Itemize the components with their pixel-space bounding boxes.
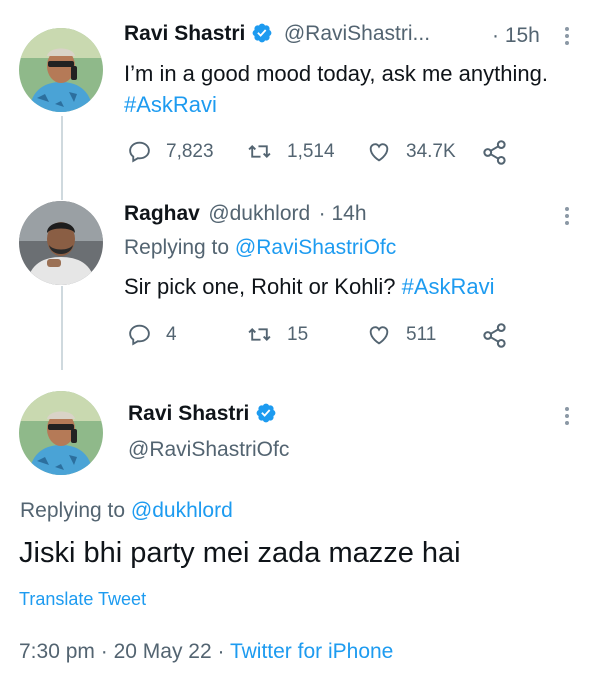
more-options-icon[interactable] xyxy=(565,24,571,48)
tweet-text: Jiski bhi party mei zada mazze hai xyxy=(19,537,461,569)
display-name[interactable]: Ravi Shastri xyxy=(124,22,245,45)
mention-link[interactable]: @dukhlord xyxy=(131,499,233,522)
user-handle[interactable]: @RaviShastri... xyxy=(284,22,430,45)
share-icon xyxy=(483,140,506,165)
avatar[interactable] xyxy=(19,391,103,475)
tweet-meta: 7:30 pm · 20 May 22 · Twitter for iPhone xyxy=(19,640,394,663)
reply-button[interactable]: 7,823 xyxy=(127,139,214,164)
replying-to: Replying to @dukhlord xyxy=(20,499,233,522)
verified-badge-icon xyxy=(256,403,276,423)
tweet-header: Ravi Shastri @RaviShastri... xyxy=(124,22,430,46)
user-handle[interactable]: @dukhlord xyxy=(208,202,310,225)
share-button[interactable] xyxy=(481,322,522,349)
retweet-icon xyxy=(248,144,271,159)
tweet-date[interactable]: 20 May 22 xyxy=(114,640,212,663)
timestamp[interactable]: · 14h xyxy=(319,202,367,225)
like-count: 34.7K xyxy=(406,140,456,162)
hashtag-link[interactable]: #AskRavi xyxy=(402,274,495,299)
like-button[interactable]: 511 xyxy=(366,322,436,347)
reply-icon xyxy=(129,324,150,346)
reply-count: 7,823 xyxy=(166,140,214,162)
tweet-text: Sir pick one, Rohit or Kohli? #AskRavi xyxy=(124,274,495,299)
more-options-icon[interactable] xyxy=(565,404,571,428)
share-icon xyxy=(483,323,506,348)
tweet-time[interactable]: 7:30 pm xyxy=(19,640,95,663)
share-button[interactable] xyxy=(481,139,522,166)
reply-icon xyxy=(129,141,150,163)
replying-to: Replying to @RaviShastriOfc xyxy=(124,236,397,259)
mention-link[interactable]: @RaviShastriOfc xyxy=(235,236,396,259)
display-name[interactable]: Raghav xyxy=(124,202,200,225)
timestamp[interactable]: · 15h xyxy=(492,24,540,48)
avatar[interactable] xyxy=(19,201,103,285)
like-button[interactable]: 34.7K xyxy=(366,139,456,164)
hashtag-link[interactable]: #AskRavi xyxy=(124,92,217,117)
thread-line xyxy=(61,286,63,370)
reply-button[interactable]: 4 xyxy=(127,322,177,347)
retweet-count: 15 xyxy=(287,323,309,345)
tweet-header: Ravi Shastri xyxy=(128,402,277,426)
display-name[interactable]: Ravi Shastri xyxy=(128,402,249,425)
reply-count: 4 xyxy=(166,323,177,345)
like-count: 511 xyxy=(406,323,437,345)
heart-icon xyxy=(369,143,389,162)
tweet-header: Raghav @dukhlord · 14h xyxy=(124,202,367,226)
more-options-icon[interactable] xyxy=(565,204,571,228)
retweet-count: 1,514 xyxy=(287,140,335,162)
user-handle[interactable]: @RaviShastriOfc xyxy=(128,438,289,462)
thread-line xyxy=(61,116,63,200)
translate-tweet-link[interactable]: Translate Tweet xyxy=(19,589,146,610)
tweet-source-link[interactable]: Twitter for iPhone xyxy=(230,640,393,663)
retweet-icon xyxy=(248,327,271,342)
tweet-text: I’m in a good mood today, ask me anythin… xyxy=(124,61,548,117)
retweet-button[interactable]: 1,514 xyxy=(246,139,335,164)
heart-icon xyxy=(369,326,389,345)
avatar[interactable] xyxy=(19,28,103,112)
verified-badge-icon xyxy=(252,23,272,43)
retweet-button[interactable]: 15 xyxy=(246,322,308,347)
